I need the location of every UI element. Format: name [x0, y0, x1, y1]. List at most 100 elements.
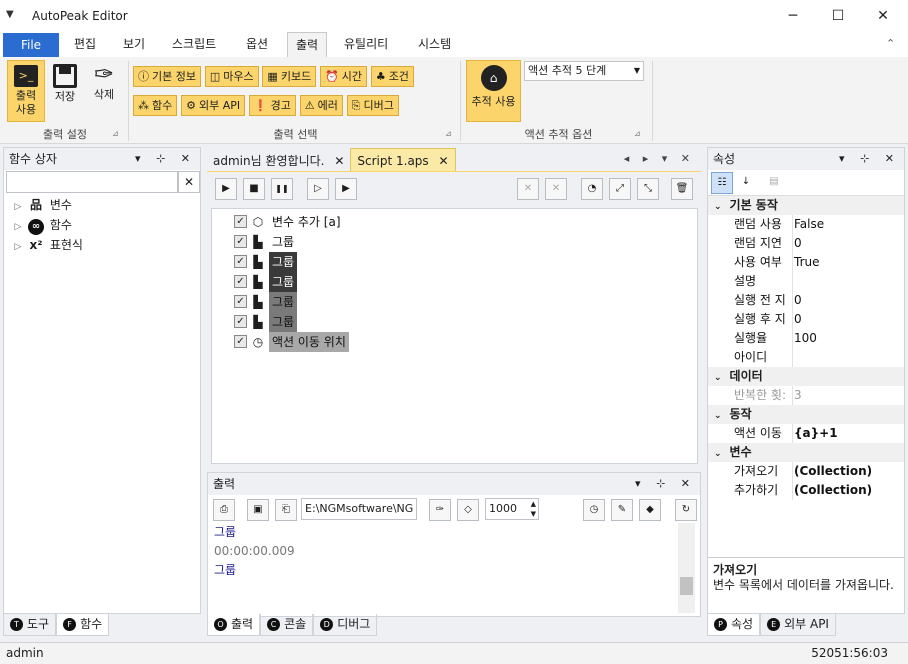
chevron-right-icon[interactable]: ▷ — [10, 217, 26, 237]
property-row[interactable]: 실행 후 지 0 — [708, 310, 904, 329]
row-checkbox[interactable]: ✓ — [234, 235, 247, 248]
tab-options[interactable]: 옵션 — [238, 32, 276, 57]
disabled-x-button[interactable]: ✕ — [517, 178, 539, 200]
tab-properties[interactable]: P 속성 — [707, 614, 761, 636]
script-row[interactable]: ✓ ▙ 그룹 — [234, 231, 697, 251]
row-checkbox[interactable]: ✓ — [234, 335, 247, 348]
refresh-icon[interactable]: ↻ — [675, 499, 697, 521]
row-checkbox[interactable]: ✓ — [234, 275, 247, 288]
close-button[interactable]: ✕ — [860, 0, 906, 32]
script-row[interactable]: ✓ ⬡ 변수 추가 [a] — [234, 211, 697, 231]
log-path-field[interactable]: E:\NGMsoftware\NG — [301, 498, 417, 520]
property-category[interactable]: ⌄ 데이터 — [708, 367, 904, 386]
disabled-x-button[interactable]: ✕ — [545, 178, 567, 200]
chevron-down-icon[interactable]: ⌄ — [714, 202, 722, 212]
tab-output-log[interactable]: O 출력 — [207, 614, 261, 636]
property-row[interactable]: 랜덤 지연 0 — [708, 234, 904, 253]
launcher-icon[interactable]: ⊿ — [634, 129, 641, 138]
tab-script[interactable]: 스크립트 — [164, 32, 224, 57]
stop-button[interactable]: ■ — [243, 178, 265, 200]
tab-debug[interactable]: D 디버그 — [313, 614, 378, 636]
script-row[interactable]: ✓ ▙ 그룹 — [234, 251, 697, 272]
mouse-button[interactable]: ◫ 마우스 — [204, 66, 259, 87]
launcher-icon[interactable]: ⊿ — [112, 129, 119, 138]
tab-welcome[interactable]: admin님 환영합니다. ✕ — [207, 149, 350, 173]
function-button[interactable]: ⁂ 함수 — [133, 95, 178, 116]
tab-view[interactable]: 보기 — [115, 32, 153, 57]
property-row[interactable]: 액션 이동 {a}+1 — [708, 424, 904, 443]
property-row[interactable]: 가져오기 (Collection) — [708, 462, 904, 481]
close-icon[interactable]: ✕ — [334, 154, 344, 168]
minimize-button[interactable]: ─ — [770, 0, 816, 32]
launcher-icon[interactable]: ⊿ — [445, 129, 452, 138]
property-pages-icon[interactable]: ▤ — [763, 172, 785, 194]
warning-button[interactable]: ❗ 경고 — [248, 95, 296, 116]
property-value[interactable]: (Collection) — [792, 462, 872, 481]
row-checkbox[interactable]: ✓ — [234, 215, 247, 228]
eraser-icon[interactable]: ◇ — [457, 499, 479, 521]
tree-item-expression[interactable]: ▷ x² 표현식 — [10, 235, 83, 255]
clear-search-button[interactable]: ✕ — [178, 171, 200, 193]
delete-button[interactable]: ✑ 삭제 — [85, 60, 123, 110]
tab-console[interactable]: C 콘솔 — [260, 614, 314, 636]
row-checkbox[interactable]: ✓ — [234, 255, 247, 268]
tab-file[interactable]: File — [3, 33, 59, 57]
scrollbar-thumb[interactable] — [680, 577, 693, 595]
chevron-down-icon[interactable]: ⌄ — [714, 373, 722, 383]
track-use-button[interactable]: ⌂ 추적 사용 — [466, 60, 521, 122]
external-api-button[interactable]: ⚙ 외부 API — [181, 95, 246, 116]
condition-button[interactable]: ♣ 조건 — [370, 66, 414, 87]
error-button[interactable]: ⚠ 에러 — [299, 95, 343, 116]
script-row[interactable]: ✓ ▙ 그룹 — [234, 271, 697, 292]
folder-icon[interactable]: ⎗ — [275, 499, 297, 521]
tree-item-variable[interactable]: ▷ 品 변수 — [10, 195, 83, 215]
panel-controls[interactable]: ▾ ⊹ ✕ — [135, 148, 196, 170]
collapse-ribbon-icon[interactable]: ⌃ — [886, 37, 895, 50]
property-value[interactable] — [792, 348, 794, 367]
property-value[interactable]: 0 — [792, 291, 802, 310]
row-checkbox[interactable]: ✓ — [234, 315, 247, 328]
collapse-button[interactable]: ⤡ — [637, 178, 659, 200]
script-row[interactable]: ✓ ◷ 액션 이동 위치 — [234, 331, 697, 352]
property-value[interactable]: {a}+1 — [792, 424, 838, 443]
panel-controls[interactable]: ▾ ⊹ ✕ — [635, 473, 696, 495]
property-row[interactable]: 추가하기 (Collection) — [708, 481, 904, 500]
basic-info-button[interactable]: ⓘ 기본 정보 — [133, 66, 201, 87]
time-button[interactable]: ⏰ 시간 — [320, 66, 367, 87]
clock-icon[interactable]: ◷ — [583, 499, 605, 521]
tab-script1[interactable]: Script 1.aps ✕ — [350, 148, 456, 172]
new-file-icon[interactable]: ⎙ — [213, 499, 235, 521]
function-search-input[interactable] — [6, 171, 178, 193]
delete-button[interactable]: 🗑 — [671, 178, 693, 200]
property-value[interactable]: 3 — [792, 386, 802, 405]
property-row[interactable]: 반복한 횟: 3 — [708, 386, 904, 405]
tab-system[interactable]: 시스템 — [410, 32, 459, 57]
script-row[interactable]: ✓ ▙ 그룹 — [234, 311, 697, 332]
tab-output[interactable]: 출력 — [287, 32, 328, 57]
property-value[interactable]: 100 — [792, 329, 817, 348]
step-button[interactable]: ▷ — [307, 178, 329, 200]
document-controls[interactable]: ◂ ▸ ▾ ✕ — [624, 152, 695, 165]
save-button[interactable]: 저장 — [48, 60, 82, 110]
keyboard-button[interactable]: ▦ 키보드 — [262, 66, 317, 87]
expand-button[interactable]: ⤢ — [609, 178, 631, 200]
sort-alpha-icon[interactable]: ↓ — [735, 172, 757, 194]
property-category[interactable]: ⌄ 변수 — [708, 443, 904, 462]
property-value[interactable] — [792, 272, 794, 291]
tree-item-function[interactable]: ▷ ∞ 함수 — [10, 215, 83, 235]
property-row[interactable]: 사용 여부 True — [708, 253, 904, 272]
tab-functions[interactable]: F 함수 — [56, 614, 110, 636]
property-value[interactable]: 0 — [792, 310, 802, 329]
panel-controls[interactable]: ▾ ⊹ ✕ — [839, 148, 900, 170]
property-value[interactable]: True — [792, 253, 820, 272]
tab-external-api[interactable]: E 외부 API — [760, 614, 836, 636]
tab-tools[interactable]: T 도구 — [3, 614, 57, 636]
run-to-end-button[interactable]: ▶ — [335, 178, 357, 200]
print-use-button[interactable]: >_ 출력 사용 — [7, 60, 45, 122]
close-icon[interactable]: ✕ — [439, 154, 449, 168]
property-category[interactable]: ⌄ 동작 — [708, 405, 904, 424]
row-checkbox[interactable]: ✓ — [234, 295, 247, 308]
history-button[interactable]: ◔ — [581, 178, 603, 200]
pause-button[interactable]: ❚❚ — [271, 178, 293, 200]
quick-access-icon[interactable]: ▼ — [6, 9, 14, 20]
